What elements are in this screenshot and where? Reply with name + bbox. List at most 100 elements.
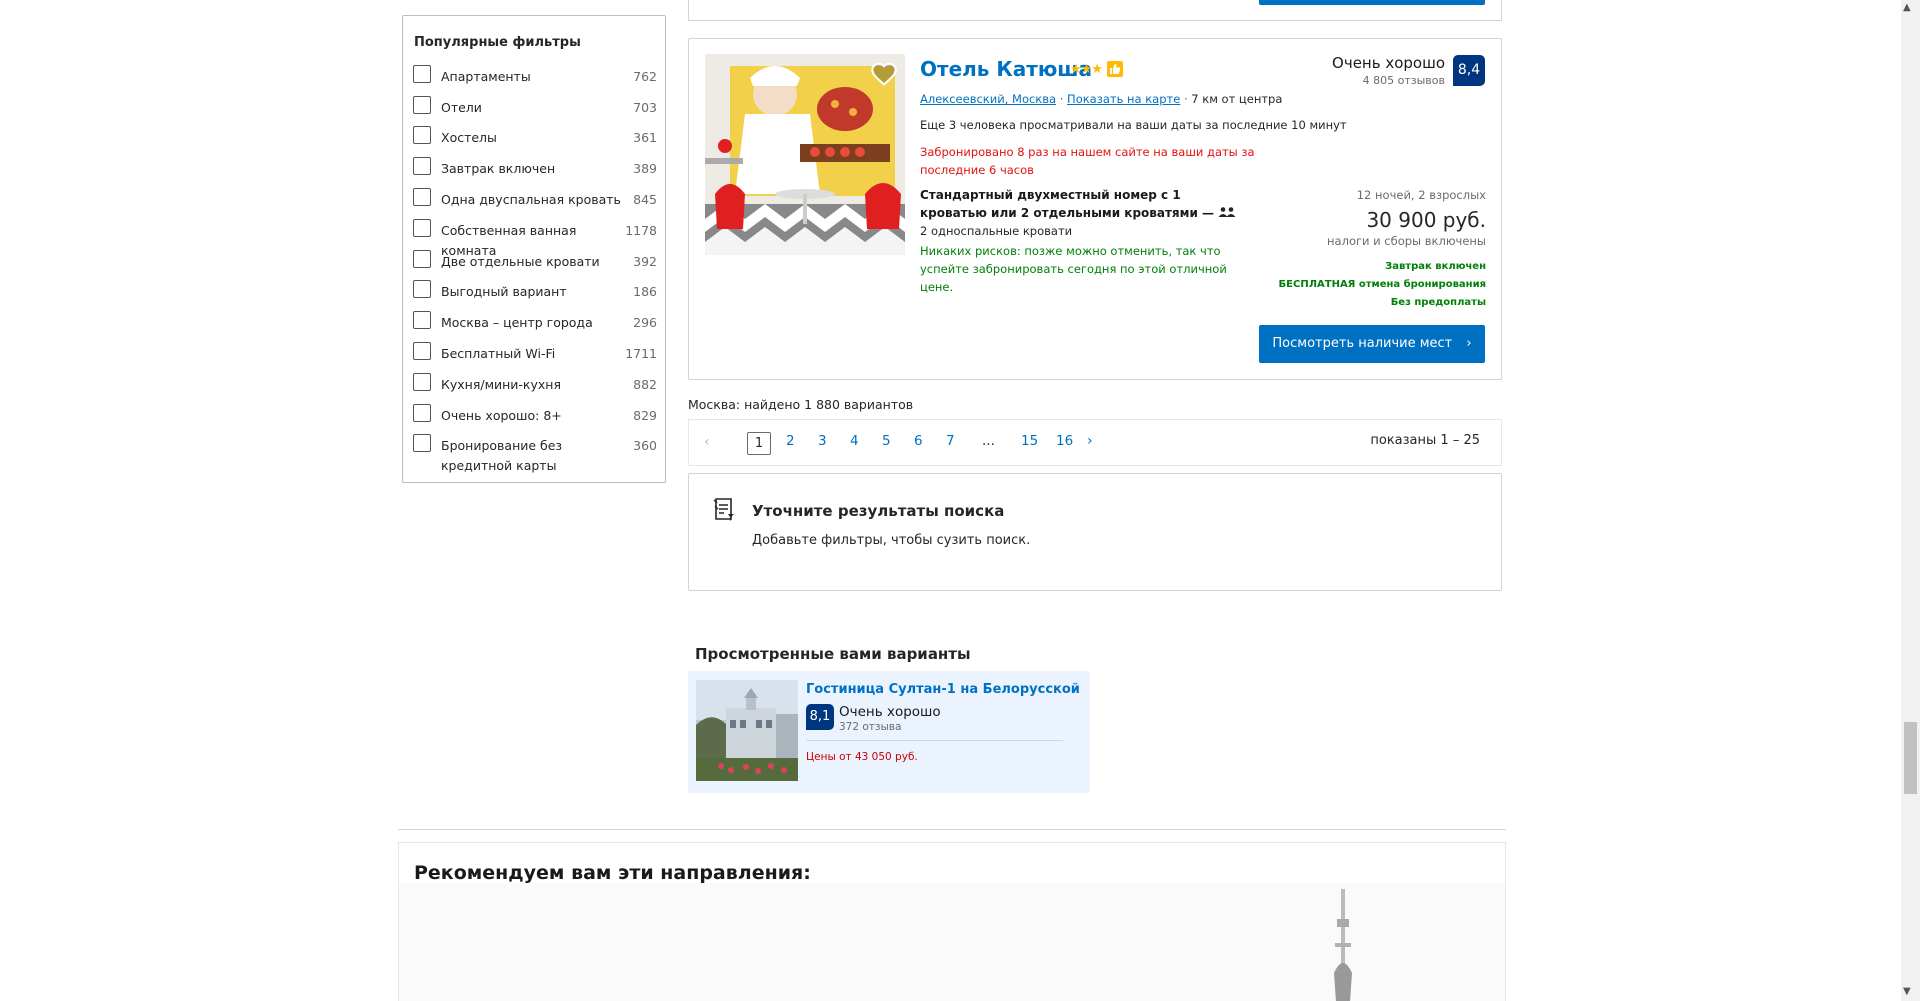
chevron-left-icon[interactable]: ‹ [704,434,710,450]
price: 30 900 руб. [1366,208,1486,232]
checkbox[interactable] [413,65,431,83]
page-link[interactable]: 7 [946,433,955,449]
button-label: Посмотреть наличие мест [1272,336,1453,351]
checkbox[interactable] [413,373,431,391]
filter-count: 703 [633,100,657,115]
page-link[interactable]: 4 [850,433,859,449]
viewed-score-word: Очень хорошо [839,704,941,720]
filter-count: 882 [633,377,657,392]
refine-title: Уточните результаты поиска [752,502,1005,520]
checkbox[interactable] [413,311,431,329]
filter-kitchen[interactable]: Кухня/мини-кухня 882 [413,373,657,404]
filter-count: 360 [633,438,657,453]
filter-label: Отели [441,100,482,115]
filter-city-center[interactable]: Москва – центр города 296 [413,311,657,342]
review-score-badge[interactable]: 8,4 [1453,55,1485,86]
filter-very-good[interactable]: Очень хорошо: 8+ 829 [413,404,657,435]
filter-twin-beds[interactable]: Две отдельные кровати 392 [413,250,657,281]
checkbox[interactable] [413,157,431,175]
filter-count: 392 [633,254,657,269]
heart-icon[interactable] [870,60,898,88]
filter-count: 389 [633,161,657,176]
filter-label: Хостелы [441,130,497,145]
checkbox[interactable] [413,250,431,268]
filter-no-credit-card[interactable]: Бронирование без кредитной карты 360 [413,434,657,478]
filter-apartments[interactable]: Апартаменты 762 [413,65,657,96]
filter-count: 361 [633,130,657,145]
district-link[interactable]: Алексеевский, Москва [920,92,1056,106]
booked-recent-text: Забронировано 8 раз на нашем сайте на ва… [920,145,1255,177]
stars-icon: ★★★ [1070,62,1103,77]
perk-free-cancellation: БЕСПЛАТНАЯ отмена бронирования [1278,279,1486,290]
nights-guests: 12 ночей, 2 взрослых [1356,188,1486,202]
beds-text: 2 односпальные кровати [920,224,1073,238]
shown-range: показаны 1 – 25 [1370,433,1480,448]
page-link[interactable]: 16 [1056,433,1073,449]
free-cancel-note: Никаких рисков: позже можно отменить, та… [920,244,1227,294]
checkbox[interactable] [413,188,431,206]
filter-label: Две отдельные кровати [441,254,600,269]
viewed-hotel-photo[interactable] [696,680,798,781]
filter-hotels[interactable]: Отели 703 [413,96,657,127]
filter-list-icon [713,497,737,523]
scroll-down-icon[interactable]: ▼ [1903,986,1911,997]
previous-availability-button[interactable] [1259,0,1485,5]
distance-text: 7 км от центра [1191,92,1283,106]
viewed-score-badge: 8,1 [806,704,834,730]
filter-good-deal[interactable]: Выгодный вариант 186 [413,280,657,311]
filter-label: Москва – центр города [441,315,593,330]
filters-title: Популярные фильтры [414,35,581,50]
viewing-now-text: Еще 3 человека просматривали на ваши дат… [920,118,1347,132]
checkbox[interactable] [413,434,431,452]
perk-breakfast: Завтрак включен [1385,261,1486,272]
viewed-review-count: 372 отзыва [839,721,902,733]
filter-hostels[interactable]: Хостелы 361 [413,126,657,157]
filter-label: Бесплатный Wi-Fi [441,346,556,361]
review-score-word[interactable]: Очень хорошо [1280,54,1445,72]
checkbox[interactable] [413,404,431,422]
recently-viewed-title: Просмотренные вами варианты [695,645,971,663]
scrollbar-thumb[interactable] [1904,722,1917,794]
filter-breakfast[interactable]: Завтрак включен 389 [413,157,657,188]
viewed-price: Цены от 43 050 руб. [806,751,918,763]
filter-label: Бронирование без кредитной карты [441,438,563,473]
refine-subtitle: Добавьте фильтры, чтобы сузить поиск. [752,533,1031,548]
checkbox[interactable] [413,280,431,298]
divider [806,740,1063,741]
filter-private-bathroom[interactable]: Собственная ванная комната 1178 [413,219,657,258]
filter-double-bed[interactable]: Одна двуспальная кровать 845 [413,188,657,219]
room-dash: — [1202,206,1215,220]
page-link[interactable]: 3 [818,433,827,449]
separator-dot: · [1059,92,1068,106]
viewed-hotel-name-link[interactable]: Гостиница Султан-1 на Белорусской [806,682,1080,697]
scroll-up-icon[interactable]: ▲ [1903,2,1911,13]
page-link[interactable]: 5 [882,433,891,449]
review-count: 4 805 отзывов [1362,74,1445,87]
page-link[interactable]: 2 [786,433,795,449]
checkbox[interactable] [413,96,431,114]
chevron-right-icon[interactable]: › [1087,433,1093,449]
filter-count: 1178 [625,223,657,238]
show-on-map-link[interactable]: Показать на карте [1067,92,1180,106]
scrollbar[interactable] [1901,0,1920,1001]
filter-count: 186 [633,284,657,299]
thumbs-up-icon [1107,61,1123,77]
room-name-text: Стандартный двухместный номер с 1 кроват… [920,188,1198,220]
recommend-title: Рекомендуем вам эти направления: [414,862,811,884]
taxes-note: налоги и сборы включены [1327,234,1486,248]
popular-filters-panel: Популярные фильтры Апартаменты 762 Отели… [402,15,666,483]
page-link[interactable]: 15 [1021,433,1038,449]
filter-label: Одна двуспальная кровать [441,192,621,207]
see-availability-button[interactable]: Посмотреть наличие мест › [1259,325,1485,363]
page-current[interactable]: 1 [747,432,771,455]
checkbox[interactable] [413,126,431,144]
hotel-name-link[interactable]: Отель Катюша [920,57,1092,81]
page-link[interactable]: 6 [914,433,923,449]
checkbox[interactable] [413,342,431,360]
filter-free-wifi[interactable]: Бесплатный Wi-Fi 1711 [413,342,657,373]
results-count: Москва: найдено 1 880 вариантов [688,397,914,412]
divider [398,829,1506,830]
filter-count: 296 [633,315,657,330]
checkbox[interactable] [413,219,431,237]
filter-label: Очень хорошо: 8+ [441,408,562,423]
